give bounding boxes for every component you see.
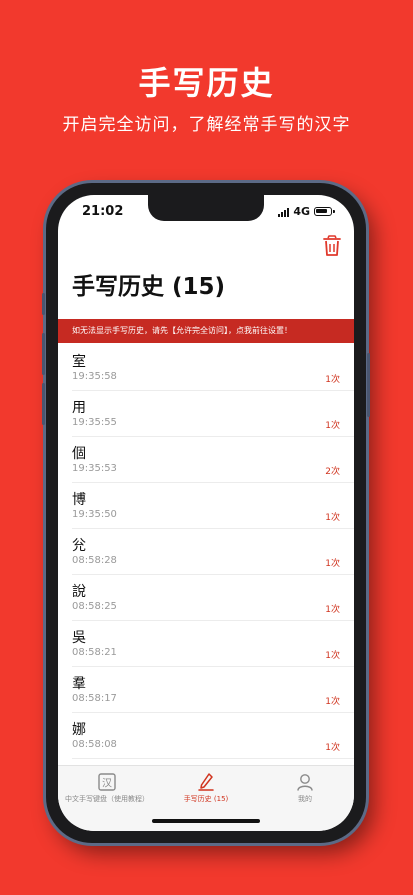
volume-up-button [42,333,45,375]
history-char: 兊 [72,538,86,554]
mute-switch [42,293,45,315]
phone-frame: 21:02 4G 手写历史 (15) 如无法显示手写历史，请先【允许完全访问】，… [42,183,370,843]
promo-title: 手写历史 [138,64,275,102]
history-char: 博 [72,492,86,508]
history-row[interactable]: 說 08:58:25 1次 [72,575,354,621]
power-button [367,353,370,417]
history-time: 19:35:53 [72,463,117,474]
history-time: 08:58:28 [72,555,117,566]
status-indicators: 4G [278,205,335,218]
tab-label: 手写历史 (15) [183,795,229,803]
history-list: 室 19:35:58 1次 用 19:35:55 1次 個 19:35:53 2… [58,345,354,805]
history-count: 1次 [325,651,340,661]
history-time: 19:35:58 [72,371,117,382]
open-settings-notice[interactable]: 如无法显示手写历史，请先【允许完全访问】，点我前往设置！ [58,319,354,343]
history-char: 吳 [72,630,86,646]
history-count: 1次 [325,559,340,569]
history-row[interactable]: 用 19:35:55 1次 [72,391,354,437]
history-row[interactable]: 娜 08:58:08 1次 [72,713,354,759]
history-time: 08:58:08 [72,739,117,750]
signal-icon [278,207,290,217]
history-char: 說 [72,584,86,600]
history-count: 1次 [325,421,340,431]
history-row[interactable]: 吳 08:58:21 1次 [72,621,354,667]
tab-keyboard-tutorial[interactable]: 汉 中文手写键盘（使用教程） [58,772,156,804]
keyboard-icon: 汉 [97,772,117,792]
history-char: 娜 [72,722,86,738]
network-type: 4G [293,205,310,218]
history-row[interactable]: 個 19:35:53 2次 [72,437,354,483]
volume-down-button [42,383,45,425]
history-count: 1次 [325,605,340,615]
tab-handwriting-history[interactable]: 手写历史 (15) [157,772,255,804]
person-icon [295,772,315,792]
history-row[interactable]: 兊 08:58:28 1次 [72,529,354,575]
history-count: 2次 [325,467,340,477]
history-char: 室 [72,354,86,370]
home-indicator [152,819,260,823]
history-time: 08:58:21 [72,647,117,658]
history-count: 1次 [325,697,340,707]
history-count: 1次 [325,513,340,523]
tab-label: 中文手写键盘（使用教程） [65,795,149,803]
history-row[interactable]: 羣 08:58:17 1次 [72,667,354,713]
history-count: 1次 [325,375,340,385]
history-count: 1次 [325,743,340,753]
tab-label: 我的 [298,795,312,803]
history-time: 08:58:17 [72,693,117,704]
trash-icon[interactable] [322,235,342,257]
promo-subtitle: 开启完全访问，了解经常手写的汉字 [62,115,351,135]
notch [148,195,264,221]
pen-icon [196,772,216,792]
history-time: 19:35:50 [72,509,117,520]
page-title: 手写历史 (15) [72,274,226,300]
history-char: 用 [72,400,86,416]
svg-text:汉: 汉 [102,778,112,790]
app-screen: 21:02 4G 手写历史 (15) 如无法显示手写历史，请先【允许完全访问】，… [58,195,354,831]
status-time: 21:02 [82,204,124,219]
tab-profile[interactable]: 我的 [256,772,354,804]
history-char: 羣 [72,676,86,692]
history-row[interactable]: 室 19:35:58 1次 [72,345,354,391]
history-char: 個 [72,446,86,462]
history-row[interactable]: 博 19:35:50 1次 [72,483,354,529]
battery-icon [314,207,335,216]
history-time: 19:35:55 [72,417,117,428]
history-time: 08:58:25 [72,601,117,612]
